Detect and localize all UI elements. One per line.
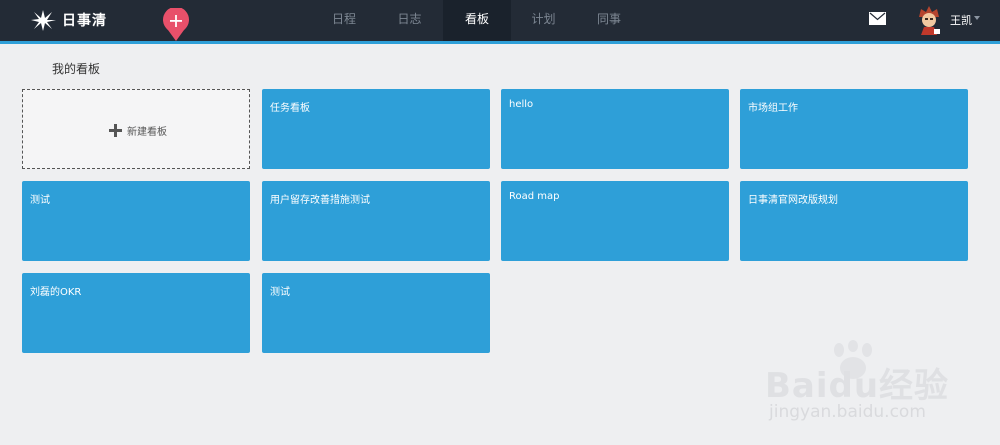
- watermark-url: jingyan.baidu.com: [769, 402, 926, 422]
- board-title: 测试: [30, 195, 50, 206]
- board-card[interactable]: 测试: [22, 181, 250, 261]
- logo-icon: [31, 10, 56, 31]
- main-nav: 日程 日志 看板 计划 同事: [312, 0, 642, 41]
- board-card[interactable]: 市场组工作: [740, 89, 968, 169]
- board-title: 日事清官网改版规划: [748, 195, 838, 206]
- tab-journal[interactable]: 日志: [376, 0, 443, 41]
- board-card[interactable]: 刘磊的OKR: [22, 273, 250, 353]
- board-title: hello: [509, 99, 534, 110]
- app-logo[interactable]: 日事清: [30, 8, 107, 32]
- tab-schedule[interactable]: 日程: [312, 0, 376, 41]
- board-title: 测试: [270, 287, 290, 298]
- tab-kanban[interactable]: 看板: [443, 0, 511, 41]
- board-title: 任务看板: [270, 103, 310, 114]
- board-title: 刘磊的OKR: [30, 287, 82, 298]
- board-card[interactable]: Road map: [501, 181, 729, 261]
- board-title: 用户留存改善措施测试: [270, 195, 370, 206]
- accent-bar: [0, 41, 1000, 44]
- board-card[interactable]: 日事清官网改版规划: [740, 181, 968, 261]
- board-card[interactable]: 测试: [262, 273, 490, 353]
- board-title: 市场组工作: [748, 103, 798, 114]
- chevron-down-icon[interactable]: [974, 16, 980, 20]
- board-card[interactable]: hello: [501, 89, 729, 169]
- watermark: Baidu经验 jingyan.baidu.com: [765, 340, 965, 430]
- new-board-label: 新建看板: [127, 127, 167, 138]
- new-board-button[interactable]: 新建看板: [22, 89, 250, 169]
- watermark-brand: Baidu经验: [765, 366, 950, 406]
- board-card[interactable]: 任务看板: [262, 89, 490, 169]
- tab-colleagues[interactable]: 同事: [576, 0, 642, 41]
- section-title: 我的看板: [52, 62, 101, 76]
- user-name[interactable]: 王凯: [950, 12, 972, 28]
- app-name: 日事清: [62, 13, 107, 29]
- board-card[interactable]: 用户留存改善措施测试: [262, 181, 490, 261]
- avatar[interactable]: [915, 5, 943, 35]
- plus-icon: [109, 124, 122, 137]
- add-pin-icon[interactable]: [162, 8, 190, 42]
- mail-icon[interactable]: [869, 12, 886, 25]
- board-title: Road map: [509, 191, 560, 202]
- tab-plan[interactable]: 计划: [511, 0, 576, 41]
